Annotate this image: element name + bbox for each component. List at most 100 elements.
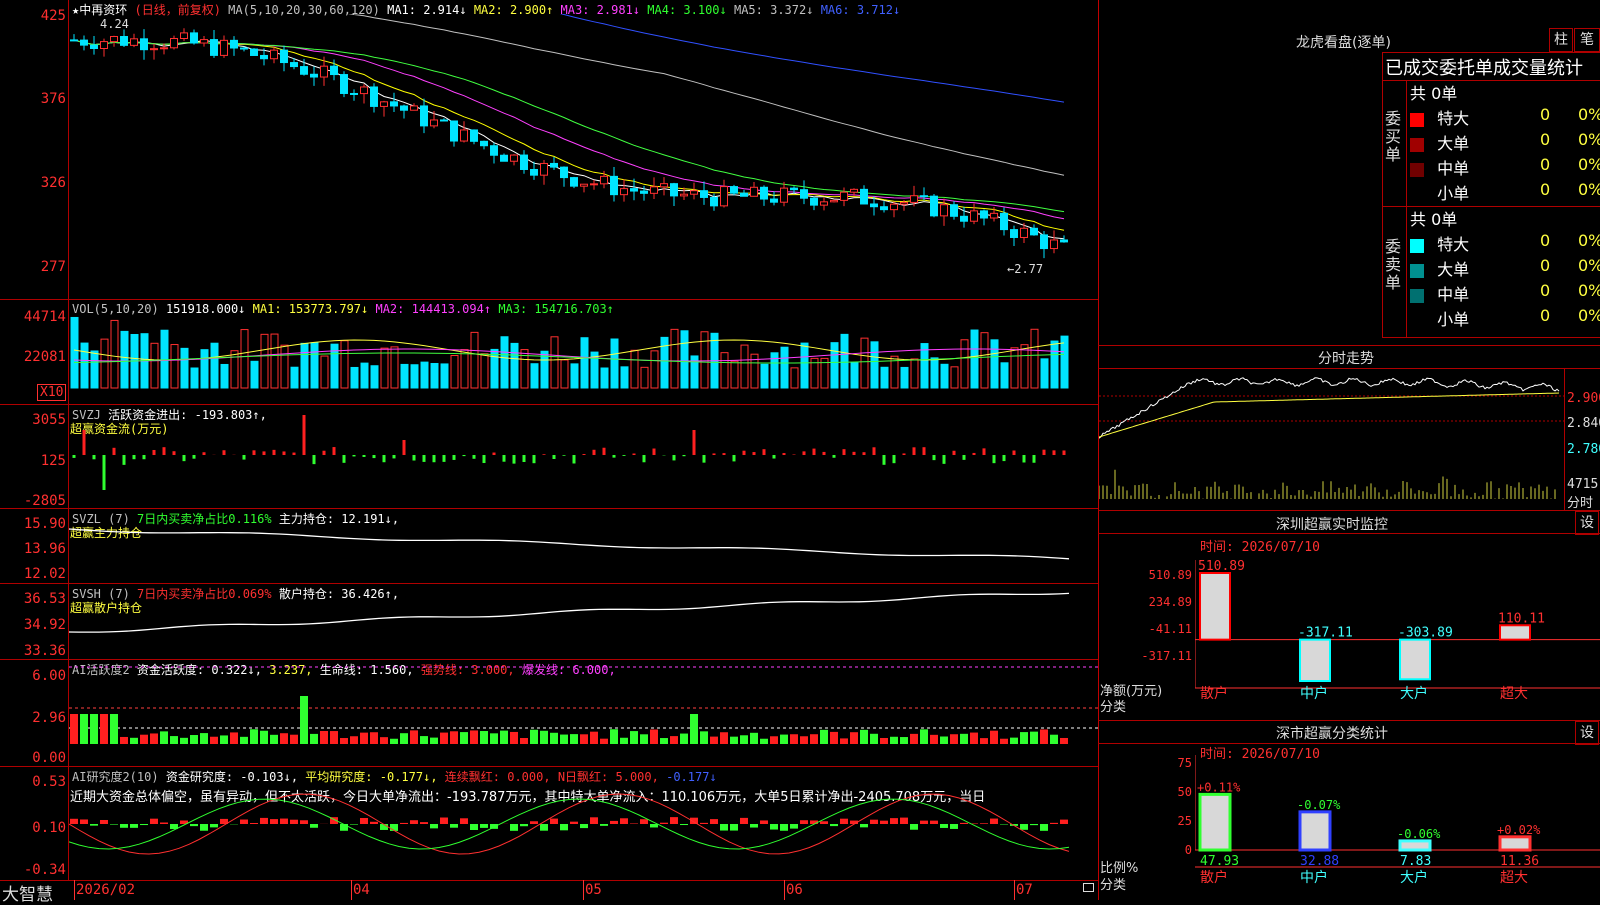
- fund-flow-bar: [523, 455, 526, 462]
- candle-body: [951, 205, 958, 217]
- fund-flow-bar: [613, 455, 616, 458]
- candle-body: [511, 155, 518, 161]
- order-pct: 0%: [1578, 105, 1600, 124]
- y-tick-277: 277: [0, 259, 66, 275]
- research-bar: [590, 817, 598, 824]
- fund-flow-bar: [763, 449, 766, 455]
- candle-body: [181, 33, 188, 39]
- research-bar: [740, 818, 748, 824]
- fund-flow-bar: [393, 455, 396, 458]
- fund-flow-bar: [503, 455, 506, 462]
- volume-chart[interactable]: [69, 300, 1098, 404]
- research-bar: [610, 821, 618, 824]
- tab-bar-chart[interactable]: 柱: [1549, 28, 1573, 52]
- candlestick-chart[interactable]: [69, 14, 1098, 299]
- activity-bar: [600, 739, 608, 744]
- volume-bar: [561, 360, 568, 388]
- candle-body: [481, 141, 488, 145]
- activity-bar: [920, 729, 928, 744]
- volume-bar: [671, 329, 678, 388]
- candle-body: [571, 178, 578, 187]
- activity-bar: [240, 737, 248, 744]
- volume-bar: [881, 367, 888, 388]
- ai-active-tick-mid: 2.96: [0, 710, 66, 726]
- research-bar: [360, 818, 368, 824]
- activity-bar: [340, 738, 348, 744]
- fund-flow-bar: [863, 452, 866, 455]
- fund-flow-bar: [1013, 451, 1016, 455]
- fund-flow-bar: [493, 453, 496, 455]
- volume-bar: [101, 339, 108, 388]
- class-settings-button[interactable]: 设: [1575, 721, 1599, 745]
- research-bar: [940, 824, 948, 828]
- monitor-axis-label2: 分类: [1100, 696, 1126, 715]
- fund-flow-bar: [963, 455, 966, 460]
- candle-body: [901, 202, 908, 204]
- svzl-chart[interactable]: [69, 509, 1098, 583]
- order-count: 0: [1540, 281, 1550, 300]
- activity-bar: [810, 734, 818, 744]
- research-bar: [980, 823, 988, 824]
- class-bar-chart[interactable]: +0.11%47.93散户-0.07%32.88中户-0.06%7.83大户+0…: [1195, 755, 1600, 900]
- research-bar: [720, 824, 728, 831]
- candle-body: [291, 63, 298, 67]
- activity-bar: [680, 734, 688, 744]
- volume-bar: [601, 368, 608, 388]
- fund-flow-bar: [423, 455, 426, 462]
- fund-flow-bar: [893, 455, 896, 463]
- tab-tick-detail[interactable]: 笔: [1574, 28, 1600, 52]
- research-bar: [100, 820, 108, 824]
- svzj-chart[interactable]: [69, 405, 1098, 508]
- research-bar: [80, 819, 88, 824]
- volume-bar: [701, 332, 708, 388]
- fund-flow-bar: [743, 451, 746, 455]
- fund-flow-bar: [823, 452, 826, 455]
- activity-bar: [960, 734, 968, 744]
- volume-bar: [421, 362, 428, 388]
- class-category-2: 大户: [1400, 869, 1428, 886]
- candle-body: [1031, 228, 1038, 235]
- fund-flow-bar: [783, 453, 786, 455]
- activity-bar: [1020, 732, 1028, 744]
- candle-body: [411, 106, 418, 110]
- candle-body: [1021, 228, 1028, 237]
- research-bar: [520, 824, 528, 826]
- order-row: 大单 0 0%: [1410, 130, 1600, 154]
- svsh-chart[interactable]: [69, 584, 1098, 659]
- candle-body: [321, 66, 328, 77]
- intraday-tick-2: 2.840: [1567, 416, 1600, 431]
- activity-bar: [660, 738, 668, 744]
- activity-bar: [640, 734, 648, 744]
- color-swatch: [1410, 264, 1424, 278]
- research-bar: [550, 819, 558, 824]
- candle-body: [161, 48, 168, 49]
- research-bar: [710, 819, 718, 824]
- research-bar: [190, 824, 198, 826]
- candle-body: [941, 205, 948, 216]
- research-bar: [410, 820, 418, 824]
- intraday-chart[interactable]: [1099, 369, 1564, 509]
- ai-active-chart[interactable]: [69, 660, 1098, 766]
- candle-body: [861, 189, 868, 204]
- ai-research-chart[interactable]: [69, 767, 1098, 880]
- research-bar: [150, 819, 158, 824]
- fund-flow-bar: [553, 455, 556, 459]
- monitor-bar-chart[interactable]: 510.89散户-317.11中户-303.89大户110.11超大: [1195, 560, 1600, 718]
- lock-icon[interactable]: [1083, 883, 1094, 892]
- volume-bar: [1041, 359, 1048, 388]
- research-bar: [530, 821, 538, 824]
- volume-bar: [371, 366, 378, 388]
- activity-bar: [980, 738, 988, 744]
- class-header-line: [1098, 743, 1600, 744]
- intraday-title: 分时走势: [1318, 348, 1374, 368]
- research-bar: [90, 824, 98, 826]
- volume-bar: [981, 333, 988, 388]
- activity-bar: [510, 732, 518, 744]
- volume-bar: [951, 367, 958, 388]
- fund-flow-bar: [283, 451, 286, 455]
- fund-flow-bar: [573, 455, 576, 463]
- candle-body: [131, 39, 138, 46]
- volume-bar: [851, 363, 858, 388]
- monitor-settings-button[interactable]: 设: [1575, 511, 1599, 535]
- order-row: 中单 0 0%: [1410, 155, 1600, 179]
